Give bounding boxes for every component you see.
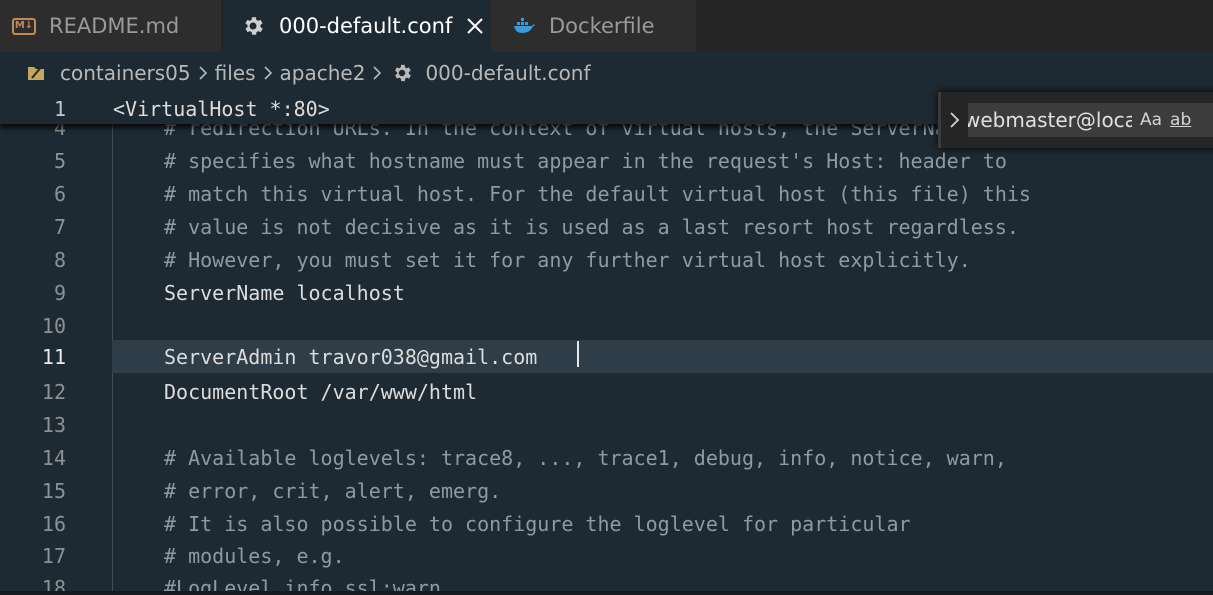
line-text: # specifies what hostname must appear in… bbox=[164, 149, 1007, 173]
gear-icon bbox=[245, 17, 263, 35]
line-number: 10 bbox=[41, 314, 66, 338]
code-line[interactable]: 5 # specifies what hostname must appear … bbox=[0, 144, 1213, 177]
breadcrumb-item-containers05[interactable]: containers05 bbox=[60, 61, 191, 85]
vscode-window: M↓ README.md 000-default.conf Dockerfile bbox=[0, 0, 1213, 595]
line-number: 12 bbox=[41, 380, 66, 404]
code-line[interactable]: 17 # modules, e.g. bbox=[0, 539, 1213, 572]
line-number: 7 bbox=[53, 215, 66, 239]
find-widget: Aa ab bbox=[938, 92, 1213, 148]
line-text: # However, you must set it for any furth… bbox=[164, 248, 971, 272]
chevron-right-icon bbox=[373, 66, 382, 80]
line-number: 1 bbox=[53, 97, 66, 121]
line-number: 5 bbox=[53, 149, 66, 173]
code-line[interactable]: 7 # value is not decisive as it is used … bbox=[0, 210, 1213, 243]
close-icon[interactable] bbox=[466, 17, 484, 35]
line-text: # error, crit, alert, emerg. bbox=[164, 479, 502, 503]
code-line[interactable]: 8 # However, you must set it for any fur… bbox=[0, 243, 1213, 276]
line-text: # Available loglevels: trace8, ..., trac… bbox=[164, 446, 1007, 470]
tab-000-default-conf[interactable]: 000-default.conf bbox=[223, 0, 490, 52]
line-number: 15 bbox=[41, 479, 66, 503]
docker-icon bbox=[514, 18, 535, 33]
chevron-right-icon bbox=[263, 66, 272, 80]
line-text: # It is also possible to configure the l… bbox=[164, 512, 911, 536]
code-line[interactable]: 16 # It is also possible to configure th… bbox=[0, 507, 1213, 540]
line-number: 11 bbox=[41, 345, 66, 369]
line-text: # modules, e.g. bbox=[164, 544, 345, 568]
breadcrumb: containers05 files apache2 000-default.c… bbox=[0, 52, 1213, 94]
code-line-current[interactable]: 11 ServerAdmin travor038@gmail.com bbox=[42, 340, 1213, 373]
code-line[interactable]: 15 # error, crit, alert, emerg. bbox=[0, 474, 1213, 507]
tab-label: Dockerfile bbox=[549, 14, 655, 38]
line-number: 14 bbox=[41, 446, 66, 470]
code-line[interactable]: 14 # Available loglevels: trace8, ..., t… bbox=[0, 441, 1213, 474]
code-line[interactable]: 6 # match this virtual host. For the def… bbox=[0, 177, 1213, 210]
folder-icon bbox=[28, 65, 44, 80]
editor-bottom-edge bbox=[0, 591, 1213, 595]
tab-readme[interactable]: M↓ README.md bbox=[0, 0, 222, 52]
text-cursor bbox=[577, 341, 579, 367]
breadcrumb-item-apache2[interactable]: apache2 bbox=[280, 61, 366, 85]
toggle-replace-button[interactable] bbox=[938, 92, 968, 148]
line-text: # value is not decisive as it is used as… bbox=[164, 215, 1019, 239]
tab-bar: M↓ README.md 000-default.conf Dockerfile bbox=[0, 0, 1213, 52]
line-number: 13 bbox=[41, 413, 66, 437]
find-input-box: Aa ab bbox=[968, 103, 1213, 137]
match-whole-word-toggle[interactable]: ab bbox=[1170, 110, 1191, 130]
breadcrumb-item-file[interactable]: 000-default.conf bbox=[425, 61, 590, 85]
line-text: <VirtualHost *:80> bbox=[113, 97, 330, 121]
match-case-toggle[interactable]: Aa bbox=[1140, 110, 1162, 130]
markdown-icon: M↓ bbox=[12, 17, 36, 35]
tab-label: README.md bbox=[49, 14, 180, 38]
code-line[interactable]: 9 ServerName localhost bbox=[0, 276, 1213, 309]
chevron-right-icon bbox=[199, 66, 207, 80]
code-line[interactable]: 13 bbox=[0, 408, 1213, 441]
line-text: ServerAdmin travor038@gmail.com bbox=[164, 345, 538, 369]
line-text: ServerName localhost bbox=[164, 281, 405, 305]
line-number: 16 bbox=[41, 512, 66, 536]
find-input[interactable] bbox=[968, 108, 1132, 132]
chevron-right-icon bbox=[949, 112, 959, 128]
tab-label: 000-default.conf bbox=[279, 14, 453, 38]
line-number: 9 bbox=[53, 281, 66, 305]
line-text: DocumentRoot /var/www/html bbox=[164, 380, 478, 404]
line-number: 17 bbox=[41, 544, 66, 568]
code-line[interactable]: 12 DocumentRoot /var/www/html bbox=[0, 375, 1213, 408]
tab-dockerfile[interactable]: Dockerfile bbox=[491, 0, 696, 52]
breadcrumb-item-files[interactable]: files bbox=[215, 61, 256, 85]
line-number: 6 bbox=[53, 182, 66, 206]
line-text: # match this virtual host. For the defau… bbox=[164, 182, 1031, 206]
code-line[interactable]: 10 bbox=[0, 309, 1213, 342]
gear-icon bbox=[395, 64, 412, 82]
line-number: 8 bbox=[53, 248, 66, 272]
code-editor[interactable]: 1 <VirtualHost *:80> 4 # redirection URL… bbox=[0, 94, 1213, 595]
